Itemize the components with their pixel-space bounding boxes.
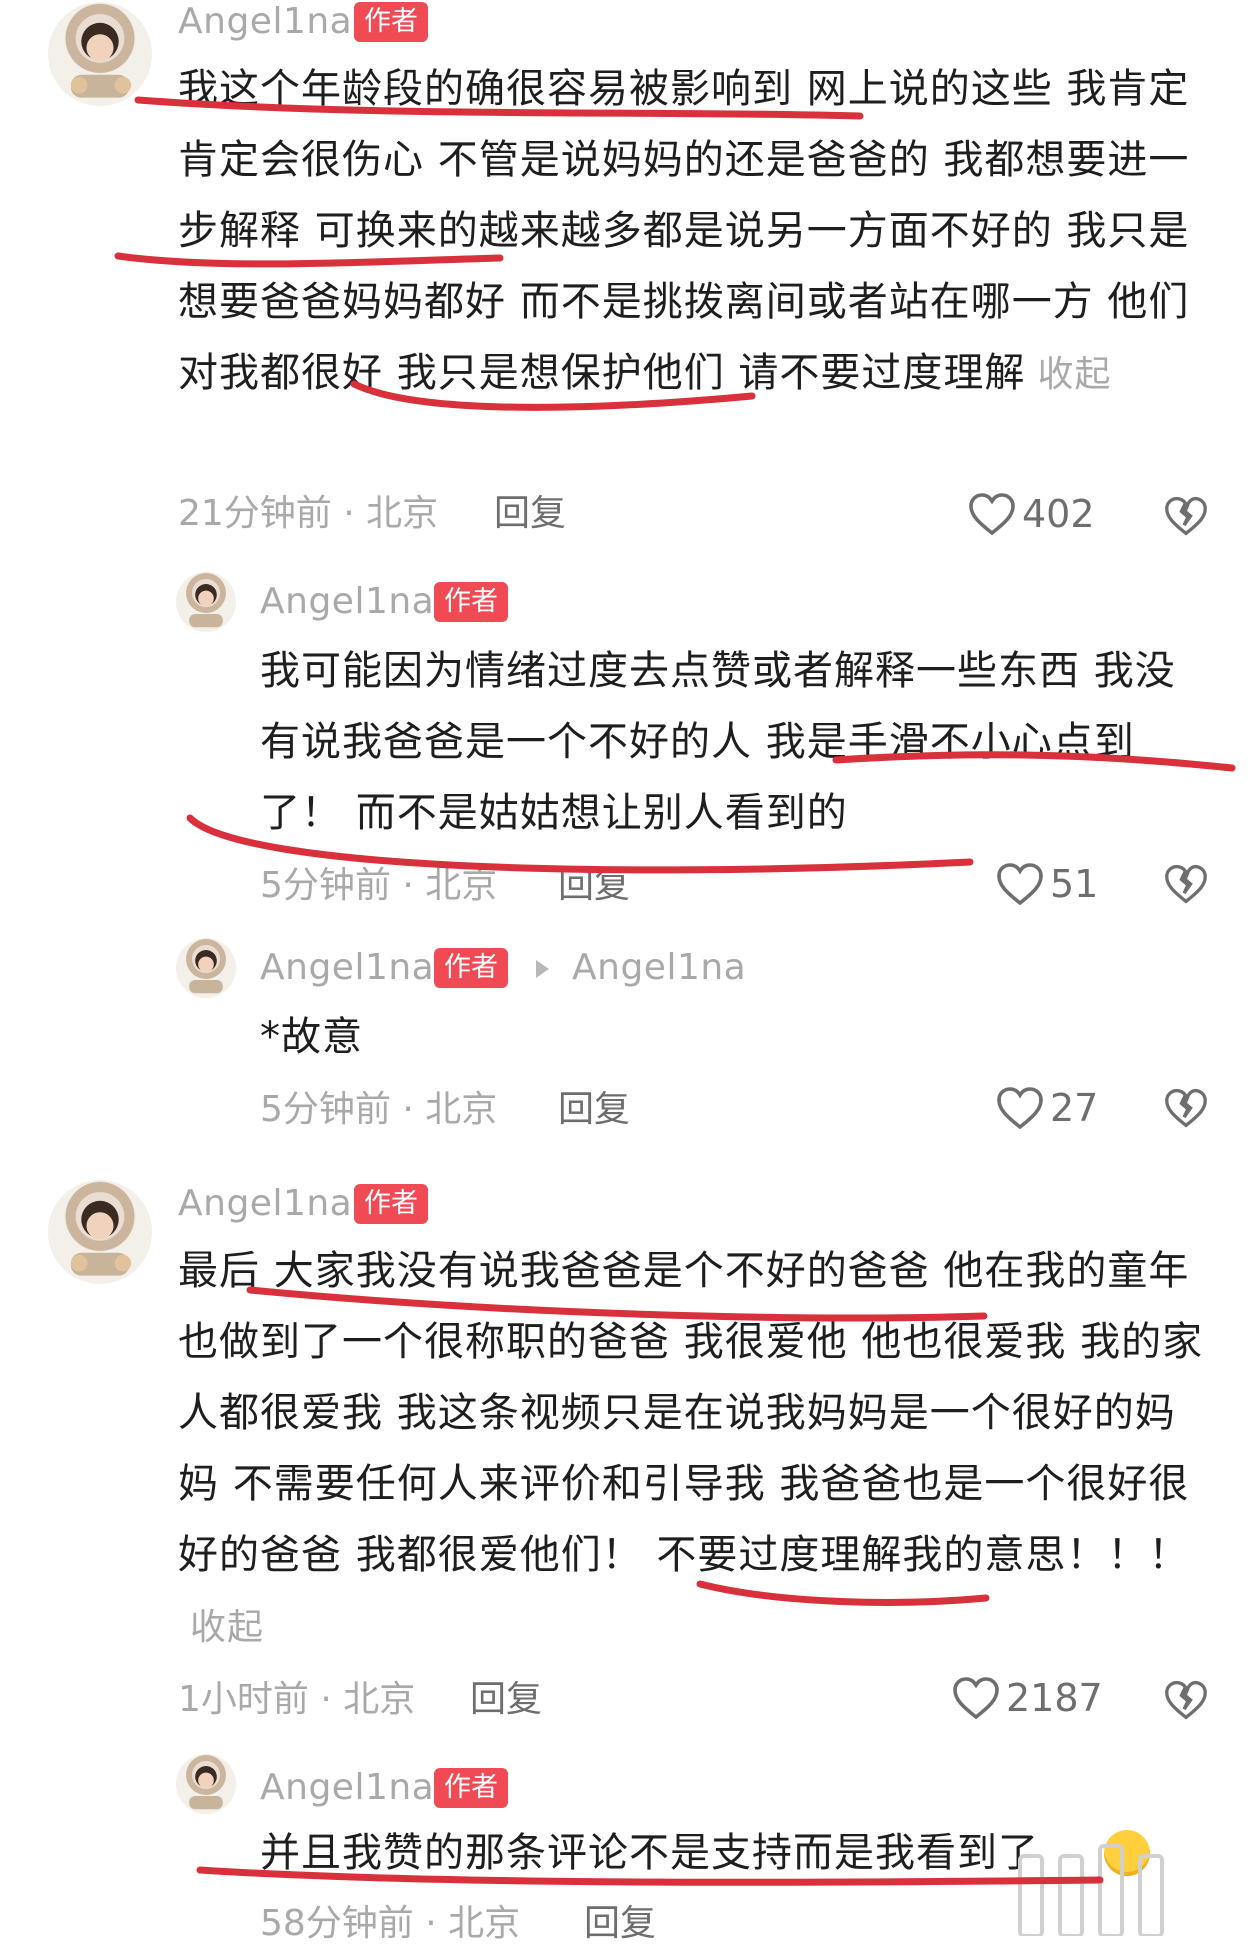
- comment-meta: 5分钟前 · 北京: [260, 865, 498, 906]
- author-badge: 作者: [434, 948, 508, 988]
- reply-button[interactable]: 回复: [494, 494, 566, 534]
- like-count: 2187: [1006, 1676, 1103, 1720]
- like-count: 402: [1022, 492, 1095, 536]
- like-button[interactable]: 27: [996, 1086, 1098, 1130]
- author-badge: 作者: [434, 1768, 508, 1808]
- dislike-icon[interactable]: [1164, 1086, 1208, 1130]
- comment-meta: 58分钟前 · 北京: [260, 1903, 521, 1944]
- like-count: 51: [1050, 862, 1099, 906]
- collapse-button[interactable]: 收起: [1037, 354, 1111, 395]
- comment-text: *故意: [260, 1014, 363, 1060]
- like-button[interactable]: 51: [996, 862, 1098, 906]
- username[interactable]: Angel1na: [260, 1768, 434, 1808]
- avatar[interactable]: [176, 938, 236, 998]
- reply-button[interactable]: 回复: [558, 1090, 630, 1130]
- username[interactable]: Angel1na: [260, 948, 434, 988]
- reply-button[interactable]: 回复: [558, 866, 630, 906]
- like-button[interactable]: 402: [968, 492, 1095, 536]
- username[interactable]: Angel1na: [260, 582, 434, 622]
- avatar[interactable]: [176, 1754, 236, 1814]
- author-badge: 作者: [354, 2, 428, 42]
- username[interactable]: Angel1na: [178, 1184, 352, 1224]
- heart-icon: [997, 863, 1043, 906]
- comment-text: 我可能因为情绪过度去点赞或者解释一些东西 我没有说我爸爸是一个不好的人 我是手滑…: [260, 648, 1176, 836]
- comment-meta: 5分钟前 · 北京: [260, 1089, 498, 1130]
- reply-to-username[interactable]: Angel1na: [572, 948, 746, 988]
- avatar[interactable]: [48, 1180, 152, 1284]
- username[interactable]: Angel1na: [178, 2, 352, 42]
- dislike-icon[interactable]: [1164, 494, 1208, 538]
- heart-icon: [969, 493, 1015, 536]
- dislike-icon[interactable]: [1164, 862, 1208, 906]
- comment-text: 我这个年龄段的确很容易被影响到 网上说的这些 我肯定肯定会很伤心 不管是说妈妈的…: [178, 66, 1190, 396]
- reply-button[interactable]: 回复: [584, 1904, 656, 1944]
- dislike-icon[interactable]: [1164, 1678, 1208, 1722]
- avatar[interactable]: [48, 2, 152, 106]
- reply-to-arrow-icon: [536, 960, 549, 978]
- comment-text: 最后 大家我没有说我爸爸是个不好的爸爸 他在我的童年也做到了一个很称职的爸爸 我…: [178, 1248, 1204, 1648]
- avatar[interactable]: [176, 572, 236, 632]
- heart-icon: [997, 1087, 1043, 1130]
- comment-meta: 21分钟前 · 北京: [178, 493, 439, 534]
- collapse-button[interactable]: 收起: [190, 1607, 264, 1648]
- author-badge: 作者: [354, 1184, 428, 1224]
- comment-meta: 1小时前 · 北京: [178, 1679, 416, 1720]
- author-badge: 作者: [434, 582, 508, 622]
- like-count: 27: [1050, 1086, 1099, 1130]
- heart-icon: [953, 1677, 999, 1720]
- reply-button[interactable]: 回复: [470, 1680, 542, 1720]
- like-button[interactable]: 2187: [952, 1676, 1103, 1720]
- watermark-logo: [1018, 1844, 1164, 1936]
